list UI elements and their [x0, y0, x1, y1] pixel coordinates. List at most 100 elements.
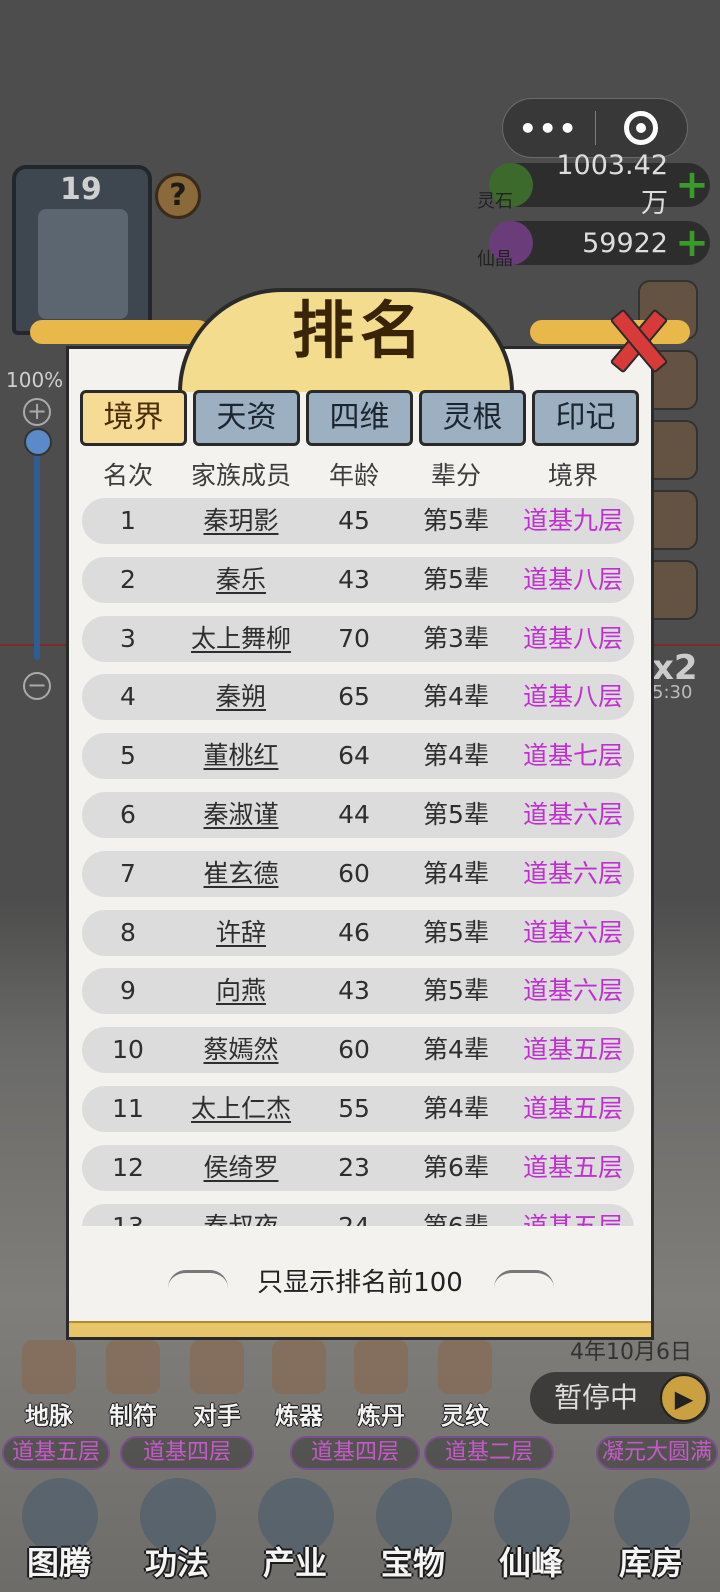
row-age: 46	[338, 917, 370, 947]
tab-mark[interactable]: 印记	[532, 390, 639, 446]
header-rank: 名次	[102, 461, 153, 490]
zoom-in-button[interactable]: +	[23, 398, 51, 426]
table-row: 8 许辞 46 第5辈 道基六层	[82, 909, 634, 956]
row-realm: 道基六层	[522, 917, 623, 947]
member-name-link[interactable]: 董桃红	[174, 733, 308, 779]
table-row: 10 蔡嫣然 60 第4辈 道基五层	[82, 1027, 634, 1074]
row-age: 43	[338, 976, 370, 1006]
close-miniprogram-button[interactable]	[596, 111, 688, 145]
row-realm: 道基五层	[508, 1204, 638, 1226]
member-name-link[interactable]: 秦乐	[174, 557, 308, 603]
tab-talent[interactable]: 天资	[193, 390, 300, 446]
row-realm: 道基五层	[522, 1152, 623, 1182]
feature-earth-veins[interactable]: 地脉	[8, 1340, 90, 1430]
feature-alchemy[interactable]: 炼丹	[340, 1340, 422, 1430]
row-generation: 第5辈	[423, 976, 489, 1006]
row-age: 65	[338, 682, 370, 712]
member-name-link[interactable]: 向燕	[174, 968, 308, 1014]
table-row: 12 侯绮罗 23 第6辈 道基五层	[82, 1144, 634, 1191]
zoom-slider-handle[interactable]	[24, 428, 52, 456]
member-realm-badge: 道基五层	[2, 1436, 110, 1470]
row-age: 44	[338, 800, 370, 829]
row-realm: 道基五层	[522, 1094, 623, 1123]
row-realm: 道基五层	[522, 1035, 623, 1065]
tab-realm[interactable]: 境界	[80, 390, 187, 446]
nav-techniques[interactable]: 功法	[122, 1470, 232, 1592]
nav-industry[interactable]: 产业	[240, 1470, 350, 1592]
nav-storehouse[interactable]: 库房	[596, 1470, 706, 1592]
feature-spirit-pattern[interactable]: 灵纹	[424, 1340, 506, 1430]
table-header: 名次 家族成员 年龄 辈分 境界	[82, 456, 638, 492]
target-icon	[624, 111, 659, 145]
feature-forge[interactable]: 炼器	[258, 1340, 340, 1430]
header-member: 家族成员	[190, 461, 291, 490]
zoom-out-button[interactable]: −	[23, 672, 51, 700]
row-rank: 2	[120, 564, 136, 594]
row-generation: 第4辈	[423, 741, 489, 771]
zoom-slider-track[interactable]	[34, 430, 40, 660]
member-name-link[interactable]: 秦叔夜	[174, 1204, 308, 1226]
spirit-pattern-icon	[438, 1340, 492, 1394]
member-realm-badge: 道基四层	[290, 1436, 420, 1470]
row-rank: 3	[120, 623, 136, 653]
ranking-limit-note: 只显示排名前100	[257, 1268, 463, 1298]
row-realm: 道基六层	[522, 976, 623, 1006]
table-row: 3 太上舞柳 70 第3辈 道基八层	[82, 615, 634, 662]
opponent-icon	[190, 1340, 244, 1394]
member-name-link[interactable]: 蔡嫣然	[174, 1027, 308, 1073]
member-name-link[interactable]: 崔玄德	[174, 851, 308, 897]
row-generation: 第4辈	[423, 1094, 489, 1123]
help-button[interactable]: ?	[155, 173, 201, 219]
row-age: 24	[308, 1204, 400, 1226]
member-name-link[interactable]: 太上仁杰	[174, 1086, 308, 1132]
immortal-crystal-value: 59922	[582, 227, 668, 259]
close-icon[interactable]	[604, 306, 668, 370]
member-realm-badge: 道基二层	[424, 1436, 554, 1470]
row-age: 60	[338, 858, 370, 888]
forge-icon	[272, 1340, 326, 1394]
member-name-link[interactable]: 秦朔	[174, 674, 308, 720]
row-generation: 第5辈	[423, 506, 489, 535]
member-name-link[interactable]: 秦淑谨	[174, 792, 308, 838]
feature-opponent[interactable]: 对手	[176, 1340, 258, 1430]
row-rank: 10	[112, 1035, 144, 1065]
row-generation: 第5辈	[423, 800, 489, 829]
member-realm-badge: 道基四层	[120, 1436, 254, 1470]
nav-totem[interactable]: 图腾	[4, 1470, 114, 1592]
tab-four-stats[interactable]: 四维	[306, 390, 413, 446]
row-rank: 5	[120, 741, 136, 771]
row-age: 55	[338, 1094, 370, 1123]
more-menu-button[interactable]: •••	[503, 112, 595, 145]
member-name-link[interactable]: 许辞	[174, 910, 308, 956]
table-row: 11 太上仁杰 55 第4辈 道基五层	[82, 1086, 634, 1132]
spirit-stone-label: 灵石	[477, 191, 513, 212]
table-row: 1 秦玥影 45 第5辈 道基九层	[82, 498, 634, 544]
add-immortal-crystal-button[interactable]: +	[674, 223, 710, 263]
member-name-link[interactable]: 侯绮罗	[174, 1145, 308, 1191]
talisman-icon	[106, 1340, 160, 1394]
member-name-link[interactable]: 秦玥影	[174, 498, 308, 544]
row-age: 70	[338, 623, 370, 653]
play-button[interactable]: ▶	[660, 1374, 708, 1422]
table-row: 5 董桃红 64 第4辈 道基七层	[82, 733, 634, 780]
table-row: 4 秦朔 65 第4辈 道基八层	[82, 674, 634, 721]
row-generation: 第3辈	[423, 623, 489, 653]
earth-veins-icon	[22, 1340, 76, 1394]
nav-treasures[interactable]: 宝物	[358, 1470, 468, 1592]
nav-immortal-peak[interactable]: 仙峰	[476, 1470, 586, 1592]
add-spirit-stone-button[interactable]: +	[674, 165, 710, 205]
row-rank: 6	[120, 800, 136, 829]
row-realm: 道基七层	[522, 741, 623, 771]
row-rank: 11	[112, 1094, 144, 1123]
ranking-list[interactable]: 1 秦玥影 45 第5辈 道基九层 2 秦乐 43 第5辈 道基八层 3 太上舞柳 70 第3辈 道基八层 4…	[80, 496, 638, 1226]
member-name-link[interactable]: 太上舞柳	[174, 616, 308, 662]
avatar-portrait	[38, 209, 128, 319]
row-age: 45	[338, 506, 370, 535]
row-rank: 4	[120, 682, 136, 712]
table-row: 7 崔玄德 60 第4辈 道基六层	[82, 850, 634, 897]
feature-talisman[interactable]: 制符	[92, 1340, 174, 1430]
tab-spirit-root[interactable]: 灵根	[419, 390, 526, 446]
row-rank: 13	[82, 1204, 174, 1226]
miniprogram-capsule: •••	[502, 98, 688, 158]
row-realm: 道基六层	[522, 858, 623, 888]
